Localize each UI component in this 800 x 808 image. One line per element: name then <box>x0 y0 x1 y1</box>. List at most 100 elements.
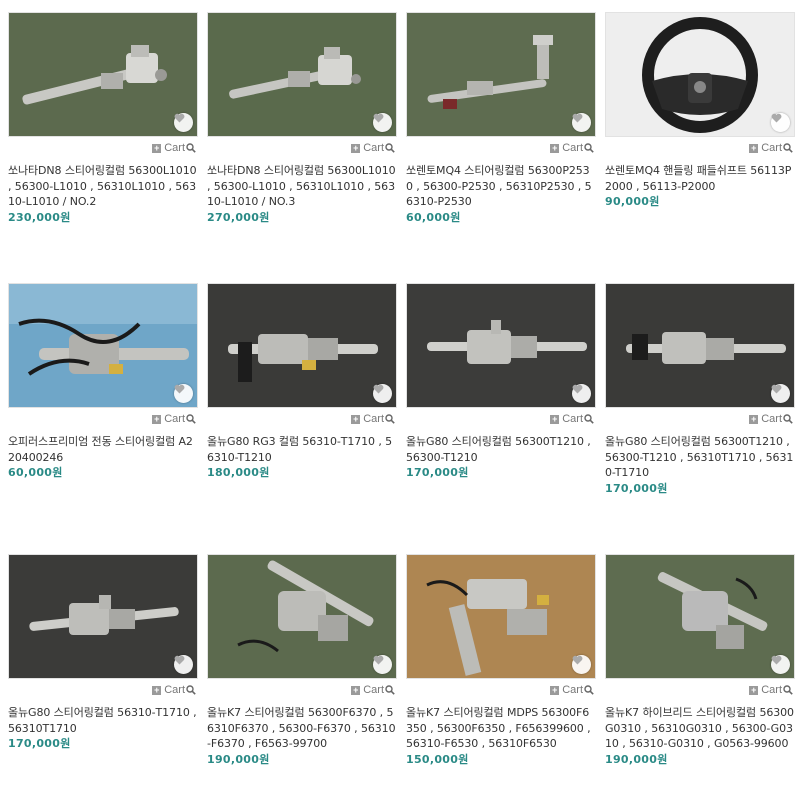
add-to-cart-button[interactable]: + Cart <box>550 142 594 154</box>
add-to-cart-button[interactable]: + Cart <box>152 684 196 696</box>
plus-icon: + <box>351 142 361 153</box>
add-to-cart-button[interactable]: + Cart <box>152 413 196 425</box>
product-card[interactable]: + Cart 오피러스프리미엄 전동 스티어링컬럼 A220400246 60,0… <box>8 283 198 480</box>
wishlist-heart-icon[interactable] <box>373 655 392 674</box>
product-title[interactable]: 쏘나타DN8 스티어링컬럼 56300L1010 , 56300-L1010 ,… <box>8 159 198 210</box>
wishlist-heart-icon[interactable] <box>771 384 790 403</box>
product-photo[interactable] <box>605 283 795 408</box>
product-title[interactable]: 쏘나타DN8 스티어링컬럼 56300L1010 , 56300-L1010 ,… <box>207 159 397 210</box>
product-price: 90,000원 <box>605 195 660 208</box>
product-card[interactable]: + Cart 쏘나타DN8 스티어링컬럼 56300L1010 , 56300-L… <box>207 12 397 225</box>
product-price: 150,000원 <box>406 752 469 766</box>
cart-label: Cart <box>761 684 782 696</box>
wishlist-heart-icon[interactable] <box>174 655 193 674</box>
product-card[interactable]: + Cart 쏘렌토MQ4 핸들링 패들쉬프트 56113P2000 , 5611… <box>605 12 795 209</box>
magnifier-icon <box>385 685 395 695</box>
magnifier-icon <box>584 414 594 424</box>
photo-steering-column <box>9 555 197 678</box>
product-photo[interactable] <box>8 283 198 408</box>
product-price: 170,000원 <box>406 466 469 479</box>
product-card[interactable]: + Cart 올뉴K7 하이브리드 스티어링컬럼 56300G0310 , 563… <box>605 554 795 767</box>
product-photo[interactable] <box>8 12 198 137</box>
product-photo[interactable] <box>207 283 397 408</box>
product-photo[interactable] <box>605 12 795 137</box>
product-title[interactable]: 올뉴G80 스티어링컬럼 56310-T1710 , 56310T1710 <box>8 701 198 736</box>
plus-icon: + <box>550 413 560 424</box>
product-photo[interactable] <box>406 283 596 408</box>
add-to-cart-button[interactable]: + Cart <box>749 142 793 154</box>
add-to-cart-button[interactable]: + Cart <box>351 142 395 154</box>
product-title[interactable]: 올뉴K7 스티어링컬럼 56300F6370 , 56310F6370 , 56… <box>207 701 397 752</box>
magnifier-icon <box>584 143 594 153</box>
wishlist-heart-icon[interactable] <box>572 655 591 674</box>
cart-label: Cart <box>562 684 583 696</box>
product-card[interactable]: + Cart 쏘렌토MQ4 스티어링컬럼 56300P2530 , 56300-P… <box>406 12 596 225</box>
wishlist-heart-icon[interactable] <box>771 113 790 132</box>
product-price: 190,000원 <box>605 752 668 766</box>
add-to-cart-button[interactable]: + Cart <box>550 413 594 425</box>
product-title[interactable]: 올뉴G80 스티어링컬럼 56300T1210 , 56300-T1210 <box>406 430 596 465</box>
product-card[interactable]: + Cart 올뉴G80 RG3 컬럼 56310-T1710 , 56310-T… <box>207 283 397 480</box>
cart-label: Cart <box>562 142 583 154</box>
product-photo[interactable] <box>406 12 596 137</box>
plus-icon: + <box>152 684 162 695</box>
photo-steering-column <box>208 13 396 136</box>
cart-label: Cart <box>562 413 583 425</box>
product-card[interactable]: + Cart 올뉴G80 스티어링컬럼 56310-T1710 , 56310T1… <box>8 554 198 751</box>
add-to-cart-button[interactable]: + Cart <box>749 413 793 425</box>
plus-icon: + <box>749 413 759 424</box>
plus-icon: + <box>749 142 759 153</box>
photo-steering-column <box>9 13 197 136</box>
photo-steering-column <box>407 13 595 136</box>
photo-steering-column-harness <box>9 284 197 407</box>
wishlist-heart-icon[interactable] <box>572 384 591 403</box>
wishlist-heart-icon[interactable] <box>174 384 193 403</box>
wishlist-heart-icon[interactable] <box>373 113 392 132</box>
product-photo[interactable] <box>406 554 596 679</box>
product-title[interactable]: 올뉴G80 스티어링컬럼 56300T1210 , 56300-T1210 , … <box>605 430 795 481</box>
magnifier-icon <box>186 143 196 153</box>
product-title[interactable]: 오피러스프리미엄 전동 스티어링컬럼 A220400246 <box>8 430 198 465</box>
plus-icon: + <box>351 413 361 424</box>
cart-label: Cart <box>164 684 185 696</box>
cart-label: Cart <box>363 684 384 696</box>
plus-icon: + <box>351 684 361 695</box>
add-to-cart-button[interactable]: + Cart <box>351 684 395 696</box>
product-photo[interactable] <box>207 12 397 137</box>
plus-icon: + <box>550 142 560 153</box>
cart-label: Cart <box>761 413 782 425</box>
wishlist-heart-icon[interactable] <box>174 113 193 132</box>
product-price: 170,000원 <box>605 481 668 495</box>
photo-steering-column <box>208 284 396 407</box>
cart-label: Cart <box>164 413 185 425</box>
product-card[interactable]: + Cart 쏘나타DN8 스티어링컬럼 56300L1010 , 56300-L… <box>8 12 198 225</box>
product-title[interactable]: 올뉴K7 하이브리드 스티어링컬럼 56300G0310 , 56310G031… <box>605 701 795 752</box>
product-title[interactable]: 쏘렌토MQ4 스티어링컬럼 56300P2530 , 56300-P2530 ,… <box>406 159 596 210</box>
product-title[interactable]: 올뉴G80 RG3 컬럼 56310-T1710 , 56310-T1210 <box>207 430 397 465</box>
wishlist-heart-icon[interactable] <box>572 113 591 132</box>
add-to-cart-button[interactable]: + Cart <box>749 684 793 696</box>
product-photo[interactable] <box>207 554 397 679</box>
product-price: 270,000원 <box>207 210 270 224</box>
add-to-cart-button[interactable]: + Cart <box>152 142 196 154</box>
wishlist-heart-icon[interactable] <box>373 384 392 403</box>
wishlist-heart-icon[interactable] <box>771 655 790 674</box>
photo-steering-column <box>407 284 595 407</box>
add-to-cart-button[interactable]: + Cart <box>351 413 395 425</box>
photo-steering-column <box>208 555 396 678</box>
product-card[interactable]: + Cart 올뉴K7 스티어링컬럼 56300F6370 , 56310F637… <box>207 554 397 767</box>
product-price: 230,000원 <box>8 210 71 224</box>
product-title[interactable]: 쏘렌토MQ4 핸들링 패들쉬프트 56113P2000 , 56113-P200… <box>605 159 795 194</box>
photo-steering-wheel <box>606 13 794 136</box>
product-card[interactable]: + Cart 올뉴K7 스티어링컬럼 MDPS 56300F6350 , 5630… <box>406 554 596 767</box>
product-price: 190,000원 <box>207 752 270 766</box>
product-price: 180,000원 <box>207 466 270 479</box>
product-card[interactable]: + Cart 올뉴G80 스티어링컬럼 56300T1210 , 56300-T1… <box>605 283 795 496</box>
magnifier-icon <box>385 414 395 424</box>
product-photo[interactable] <box>605 554 795 679</box>
add-to-cart-button[interactable]: + Cart <box>550 684 594 696</box>
product-photo[interactable] <box>8 554 198 679</box>
product-title[interactable]: 올뉴K7 스티어링컬럼 MDPS 56300F6350 , 56300F6350… <box>406 701 596 752</box>
product-price: 170,000원 <box>8 737 71 750</box>
product-card[interactable]: + Cart 올뉴G80 스티어링컬럼 56300T1210 , 56300-T1… <box>406 283 596 480</box>
